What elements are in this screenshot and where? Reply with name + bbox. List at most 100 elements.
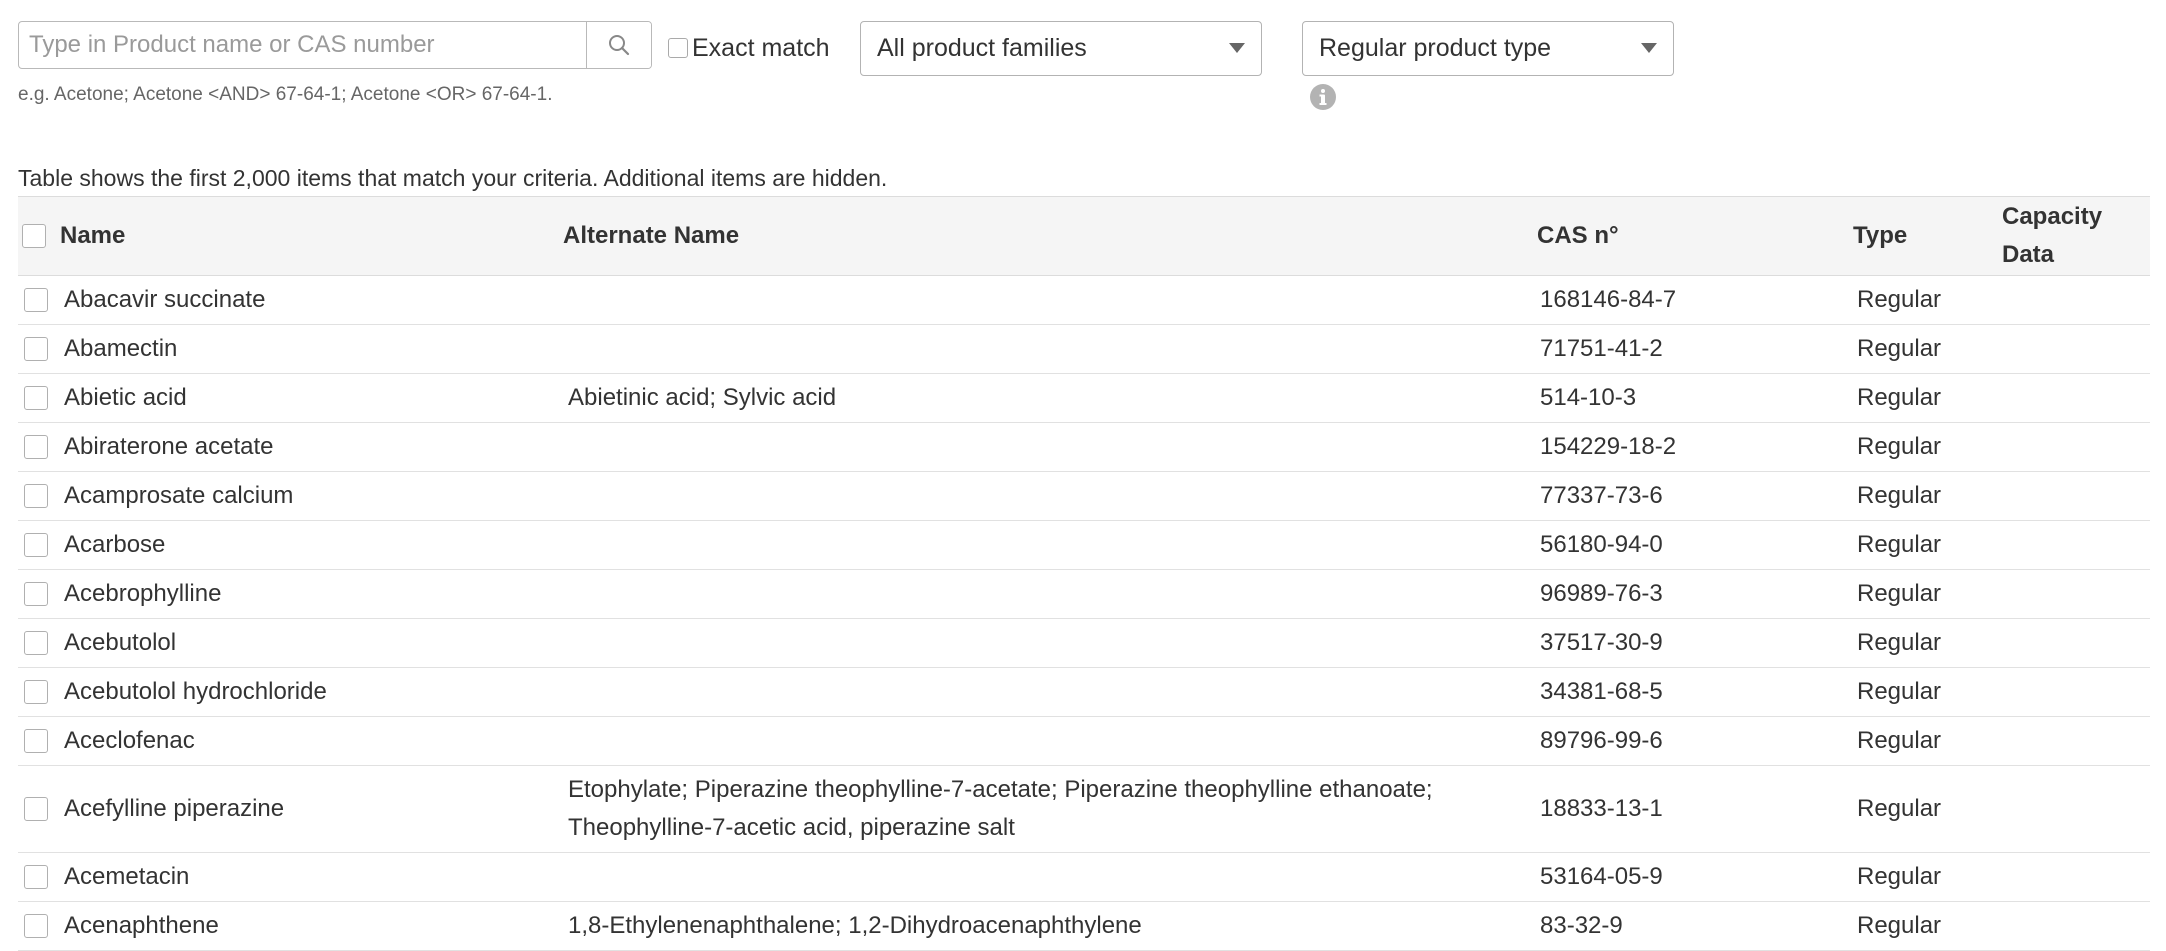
product-name[interactable]: Acebutolol (64, 619, 176, 667)
product-type: Regular (1857, 580, 1942, 607)
product-name[interactable]: Acenaphthene (64, 902, 219, 950)
product-name[interactable]: Acarbose (64, 521, 165, 569)
product-type: Regular (1857, 912, 1942, 939)
column-header-capacity-data[interactable]: Capacity Data (2002, 197, 2102, 275)
alternate-name (568, 325, 1488, 373)
table-row[interactable]: Acemetacin 53164-05-9 Regular (18, 853, 2150, 902)
table-row[interactable]: Aceclofenac 89796-99-6 Regular (18, 717, 2150, 766)
column-header-alternate-name[interactable]: Alternate Name (563, 197, 739, 275)
row-checkbox[interactable] (24, 865, 48, 889)
exact-match-toggle[interactable]: Exact match (668, 30, 830, 66)
chevron-down-icon (1229, 43, 1245, 53)
row-checkbox-cell (24, 570, 48, 618)
info-icon[interactable] (1309, 83, 1337, 111)
table-row[interactable]: Acebutolol 37517-30-9 Regular (18, 619, 2150, 668)
select-all-checkbox[interactable] (22, 224, 46, 248)
row-checkbox[interactable] (24, 914, 48, 938)
column-header-data: Data (2002, 241, 2055, 268)
search-box (18, 21, 652, 69)
product-name[interactable]: Acemetacin (64, 853, 189, 901)
product-type: Regular (1857, 727, 1942, 754)
alternate-name (568, 423, 1488, 471)
table-row[interactable]: Acarbose 56180-94-0 Regular (18, 521, 2150, 570)
row-checkbox-cell (24, 619, 48, 667)
table-row[interactable]: Acebrophylline 96989-76-3 Regular (18, 570, 2150, 619)
cas-number: 34381-68-5 (1540, 678, 1663, 705)
product-name[interactable]: Acebutolol hydrochloride (64, 668, 327, 716)
product-type: Regular (1857, 335, 1942, 362)
select-all-cell (22, 197, 46, 275)
row-checkbox[interactable] (24, 797, 48, 821)
alternate-name (568, 570, 1488, 618)
row-checkbox[interactable] (24, 484, 48, 508)
cas-number: 168146-84-7 (1540, 286, 1677, 313)
row-checkbox[interactable] (24, 729, 48, 753)
product-name[interactable]: Acamprosate calcium (64, 472, 293, 520)
product-type: Regular (1857, 286, 1942, 313)
search-hint: e.g. Acetone; Acetone <AND> 67-64-1; Ace… (18, 84, 553, 105)
row-checkbox-cell (24, 325, 48, 373)
product-type: Regular (1857, 433, 1942, 460)
table-row[interactable]: Acenaphthene 1,8-Ethylenenaphthalene; 1,2… (18, 902, 2150, 951)
search-button[interactable] (586, 22, 651, 68)
alternate-name (568, 619, 1488, 667)
row-checkbox-cell (24, 472, 48, 520)
product-type-select[interactable]: Regular product type (1302, 21, 1674, 76)
search-icon (609, 35, 630, 56)
chevron-down-icon (1641, 43, 1657, 53)
row-checkbox[interactable] (24, 582, 48, 606)
row-checkbox[interactable] (24, 435, 48, 459)
table-row[interactable]: Abamectin 71751-41-2 Regular (18, 325, 2150, 374)
product-family-select[interactable]: All product families (860, 21, 1262, 76)
cas-number: 154229-18-2 (1540, 433, 1677, 460)
row-checkbox[interactable] (24, 288, 48, 312)
product-name[interactable]: Abiraterone acetate (64, 423, 273, 471)
cas-number: 18833-13-1 (1540, 795, 1663, 822)
product-name[interactable]: Acebrophylline (64, 570, 221, 618)
product-name[interactable]: Abacavir succinate (64, 276, 265, 324)
alternate-name: Abietinic acid; Sylvic acid (568, 384, 837, 411)
column-header-capacity: Capacity (2002, 203, 2103, 230)
column-header-cas[interactable]: CAS n° (1537, 197, 1619, 275)
table-row[interactable]: Abietic acid Abietinic acid; Sylvic acid 5… (18, 374, 2150, 423)
product-name[interactable]: Aceclofenac (64, 717, 195, 765)
exact-match-checkbox[interactable] (668, 38, 688, 58)
cas-number: 96989-76-3 (1540, 580, 1663, 607)
cas-number: 56180-94-0 (1540, 531, 1663, 558)
product-name[interactable]: Abietic acid (64, 374, 187, 422)
row-checkbox[interactable] (24, 680, 48, 704)
row-checkbox[interactable] (24, 337, 48, 361)
product-type: Regular (1857, 678, 1942, 705)
row-checkbox-cell (24, 423, 48, 471)
search-input[interactable] (19, 22, 586, 68)
table-row[interactable]: Acefylline piperazine Etophylate; Piperaz… (18, 766, 2150, 853)
product-type: Regular (1857, 629, 1942, 656)
alternate-name (568, 276, 1488, 324)
table-row[interactable]: Abacavir succinate 168146-84-7 Regular (18, 276, 2150, 325)
row-checkbox-cell (24, 853, 48, 901)
row-checkbox-cell (24, 521, 48, 569)
table-row[interactable]: Acamprosate calcium 77337-73-6 Regular (18, 472, 2150, 521)
row-checkbox[interactable] (24, 533, 48, 557)
row-checkbox-cell (24, 374, 48, 422)
product-type: Regular (1857, 384, 1942, 411)
row-checkbox[interactable] (24, 631, 48, 655)
column-header-name[interactable]: Name (60, 197, 125, 275)
row-checkbox-cell (24, 717, 48, 765)
column-header-type[interactable]: Type (1853, 197, 1907, 275)
cas-number: 71751-41-2 (1540, 335, 1663, 362)
row-checkbox[interactable] (24, 386, 48, 410)
table-row[interactable]: Abiraterone acetate 154229-18-2 Regular (18, 423, 2150, 472)
cas-number: 89796-99-6 (1540, 727, 1663, 754)
cas-number: 514-10-3 (1540, 384, 1637, 411)
product-name[interactable]: Abamectin (64, 325, 177, 373)
exact-match-label: Exact match (692, 33, 830, 62)
alternate-name (568, 853, 1488, 901)
product-family-value: All product families (877, 34, 1087, 62)
table-row[interactable]: Acebutolol hydrochloride 34381-68-5 Regula… (18, 668, 2150, 717)
table-note: Table shows the first 2,000 items that m… (18, 165, 888, 191)
product-name[interactable]: Acefylline piperazine (64, 766, 284, 852)
alternate-name: Etophylate; Piperazine theophylline-7-ac… (568, 776, 1433, 841)
product-type: Regular (1857, 795, 1942, 822)
alternate-name (568, 521, 1488, 569)
